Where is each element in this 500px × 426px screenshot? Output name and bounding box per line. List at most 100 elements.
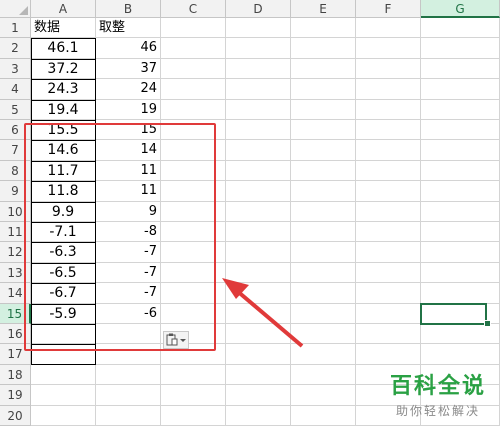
cell-b9[interactable]: 11 [96,181,161,202]
cell-e18[interactable] [291,364,356,386]
row-header-5[interactable]: 5 [0,99,31,120]
selected-cell-g15[interactable] [420,302,487,325]
cell-d1[interactable] [226,18,291,39]
cell-g4[interactable] [421,79,500,100]
cell-c10[interactable] [161,201,226,222]
row-header-8[interactable]: 8 [0,160,31,182]
cell-f5[interactable] [356,99,421,120]
column-header-b[interactable]: B [96,0,161,18]
cell-b5[interactable]: 19 [96,99,161,120]
row-header-13[interactable]: 13 [0,262,31,284]
cell-d17[interactable] [226,344,291,365]
row-header-3[interactable]: 3 [0,58,31,80]
cell-g11[interactable] [421,222,500,243]
cell-d10[interactable] [226,201,291,222]
cell-b1[interactable]: 取整 [96,18,161,39]
cell-d6[interactable] [226,120,291,141]
cell-f15[interactable] [356,303,421,324]
cell-a2[interactable]: 46.1 [31,38,96,59]
cell-f11[interactable] [356,222,421,243]
cell-d18[interactable] [226,364,291,386]
cell-g16[interactable] [421,324,500,345]
cell-e19[interactable] [291,385,356,406]
cell-b18[interactable] [96,364,161,386]
cell-d15[interactable] [226,303,291,324]
cell-d5[interactable] [226,99,291,120]
cell-g2[interactable] [421,38,500,59]
cell-a15[interactable]: -5.9 [31,303,96,324]
column-header-a[interactable]: A [31,0,96,18]
cell-f16[interactable] [356,324,421,345]
cell-g5[interactable] [421,99,500,120]
row-header-18[interactable]: 18 [0,364,31,386]
cell-c4[interactable] [161,79,226,100]
cell-e15[interactable] [291,303,356,324]
cell-e1[interactable] [291,18,356,39]
cell-e16[interactable] [291,324,356,345]
cell-c9[interactable] [161,181,226,202]
cell-f10[interactable] [356,201,421,222]
cell-d19[interactable] [226,385,291,406]
cell-c20[interactable] [161,405,226,426]
cell-e20[interactable] [291,405,356,426]
cell-b3[interactable]: 37 [96,58,161,80]
select-all-corner[interactable] [0,0,31,18]
cell-a8[interactable]: 11.7 [31,160,96,182]
row-header-1[interactable]: 1 [0,18,31,39]
cell-c7[interactable] [161,140,226,161]
cell-a13[interactable]: -6.5 [31,262,96,284]
cell-e8[interactable] [291,160,356,182]
cell-b6[interactable]: 15 [96,120,161,141]
cell-g14[interactable] [421,283,500,304]
cell-g3[interactable] [421,58,500,80]
cell-e14[interactable] [291,283,356,304]
cell-d9[interactable] [226,181,291,202]
cell-f1[interactable] [356,18,421,39]
row-header-9[interactable]: 9 [0,181,31,202]
cell-a17[interactable] [31,344,96,365]
cell-a20[interactable] [31,405,96,426]
cell-e5[interactable] [291,99,356,120]
cell-f12[interactable] [356,242,421,263]
cell-e4[interactable] [291,79,356,100]
row-header-20[interactable]: 20 [0,405,31,426]
row-header-16[interactable]: 16 [0,324,31,345]
cell-a1[interactable]: 数据 [31,18,96,39]
cell-b16[interactable] [96,324,161,345]
cell-f4[interactable] [356,79,421,100]
column-header-d[interactable]: D [226,0,291,18]
cell-b14[interactable]: -7 [96,283,161,304]
cell-b8[interactable]: 11 [96,160,161,182]
cell-b19[interactable] [96,385,161,406]
cell-c1[interactable] [161,18,226,39]
cell-e17[interactable] [291,344,356,365]
cell-e9[interactable] [291,181,356,202]
cell-c2[interactable] [161,38,226,59]
cell-c18[interactable] [161,364,226,386]
cell-b13[interactable]: -7 [96,262,161,284]
cell-g10[interactable] [421,201,500,222]
cell-d7[interactable] [226,140,291,161]
cell-e11[interactable] [291,222,356,243]
row-header-4[interactable]: 4 [0,79,31,100]
cell-f2[interactable] [356,38,421,59]
cell-g8[interactable] [421,160,500,182]
cell-f7[interactable] [356,140,421,161]
cell-c12[interactable] [161,242,226,263]
cell-b7[interactable]: 14 [96,140,161,161]
fill-handle[interactable] [484,320,491,327]
column-header-f[interactable]: F [356,0,421,18]
cell-a14[interactable]: -6.7 [31,283,96,304]
cell-b2[interactable]: 46 [96,38,161,59]
cell-a4[interactable]: 24.3 [31,79,96,100]
cell-b17[interactable] [96,344,161,365]
cell-e6[interactable] [291,120,356,141]
row-header-15[interactable]: 15 [0,303,31,324]
cell-d16[interactable] [226,324,291,345]
row-header-17[interactable]: 17 [0,344,31,365]
cell-d13[interactable] [226,262,291,284]
cell-c11[interactable] [161,222,226,243]
cell-c8[interactable] [161,160,226,182]
cell-a11[interactable]: -7.1 [31,222,96,243]
cell-b10[interactable]: 9 [96,201,161,222]
